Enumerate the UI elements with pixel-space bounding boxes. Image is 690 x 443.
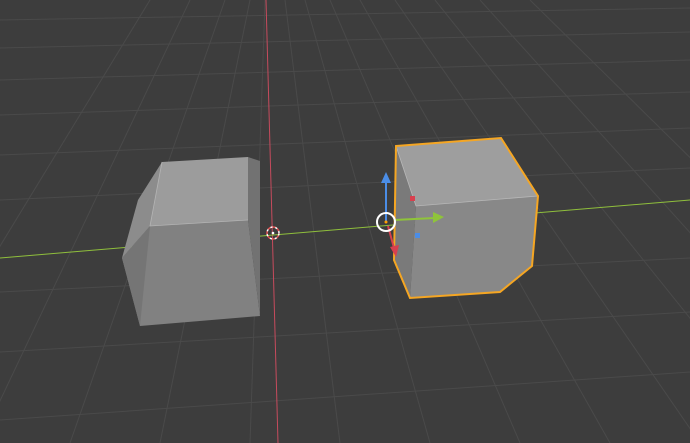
xz-plane-handle[interactable]: [410, 196, 415, 201]
x-axis-line: [0, 199, 690, 259]
3d-cursor-icon[interactable]: [266, 226, 280, 240]
floor-grid: [0, 0, 690, 443]
z-axis-arrow[interactable]: [381, 172, 391, 183]
viewport-canvas[interactable]: [0, 0, 690, 443]
beveled-cube-left[interactable]: [122, 157, 260, 326]
3d-viewport[interactable]: [0, 0, 690, 443]
xy-plane-handle[interactable]: [415, 233, 420, 238]
y-axis-line: [265, 0, 279, 443]
